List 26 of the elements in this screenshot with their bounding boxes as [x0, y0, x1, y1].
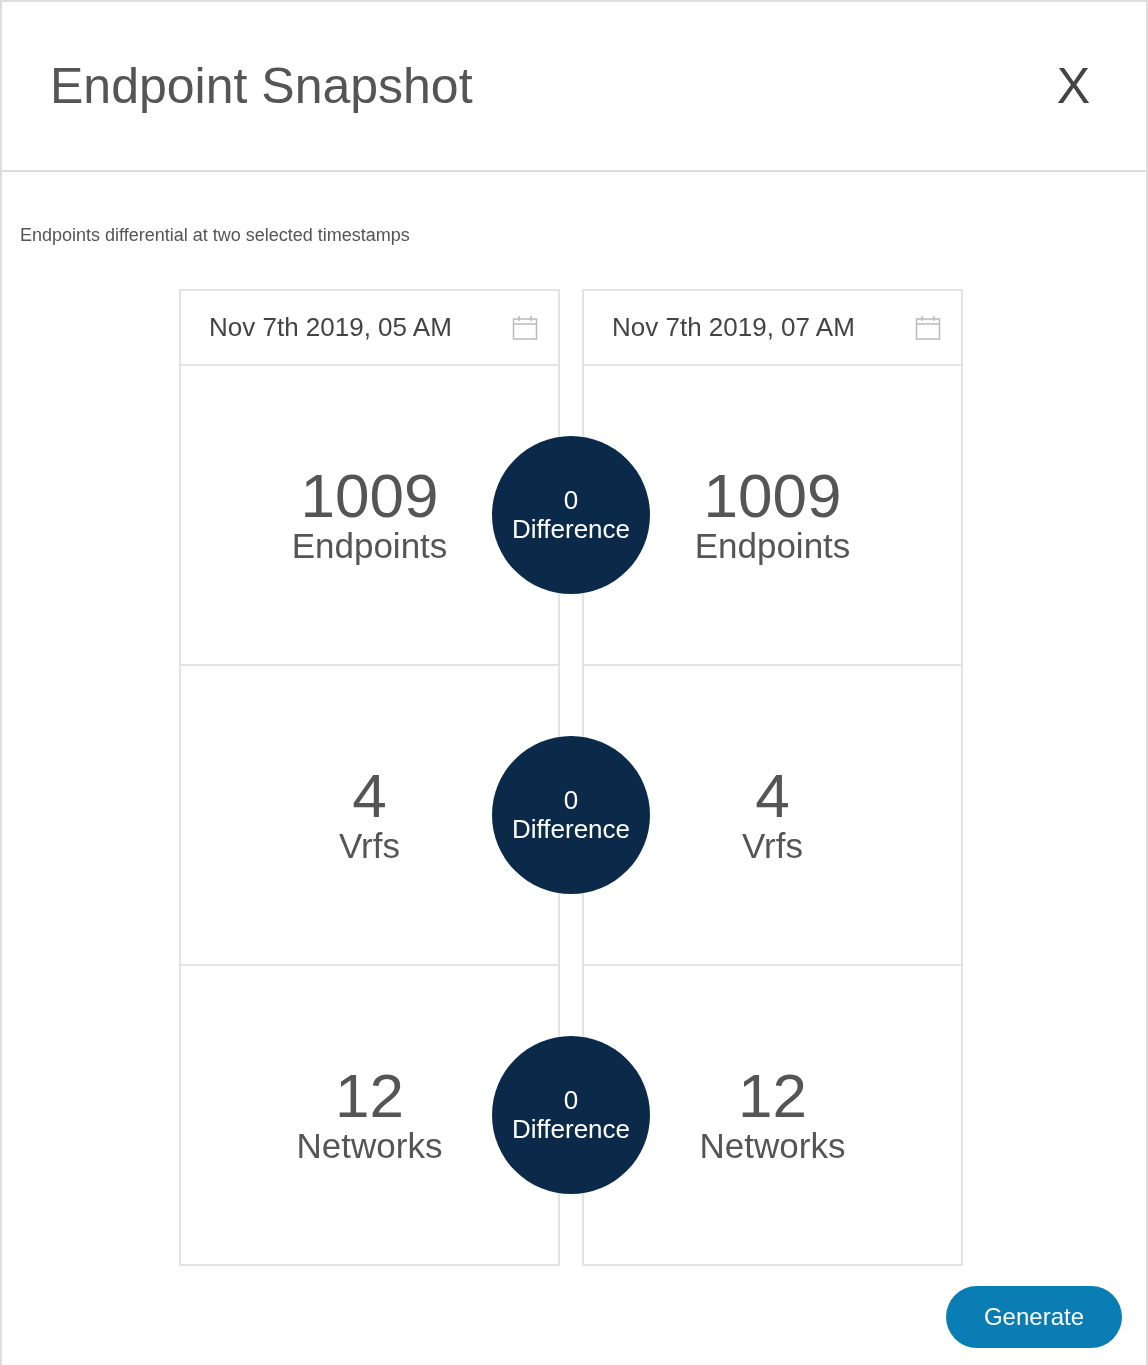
metric-value: 1009: [300, 464, 439, 527]
metric-value: 4: [352, 764, 387, 827]
difference-label: Difference: [512, 515, 630, 544]
close-button[interactable]: X: [1048, 61, 1098, 111]
metric-value: 12: [738, 1064, 807, 1127]
difference-label: Difference: [512, 1115, 630, 1144]
difference-label: Difference: [512, 815, 630, 844]
metric-value: 12: [335, 1064, 404, 1127]
difference-value: 0: [563, 786, 579, 815]
difference-value: 0: [563, 1086, 579, 1115]
date-field[interactable]: Nov 7th 2019, 05 AM: [179, 289, 560, 366]
metric-label: Vrfs: [339, 826, 400, 866]
metric-value: 1009: [703, 464, 842, 527]
difference-value: 0: [563, 486, 579, 515]
metric-label: Networks: [699, 1126, 846, 1166]
calendar-icon: [915, 314, 941, 341]
calendar-icon: [512, 314, 538, 341]
description-text: Endpoints differential at two selected timestamps: [20, 224, 411, 247]
metric-label: Vrfs: [742, 826, 803, 866]
dialog-title: Endpoint Snapshot: [50, 57, 473, 116]
metric-value: 4: [755, 764, 790, 827]
metric-label: Endpoints: [694, 526, 851, 566]
metric-label: Endpoints: [291, 526, 448, 566]
generate-button[interactable]: Generate: [946, 1286, 1122, 1348]
date-field[interactable]: Nov 7th 2019, 07 AM: [582, 289, 963, 366]
metric-label: Networks: [296, 1126, 443, 1166]
